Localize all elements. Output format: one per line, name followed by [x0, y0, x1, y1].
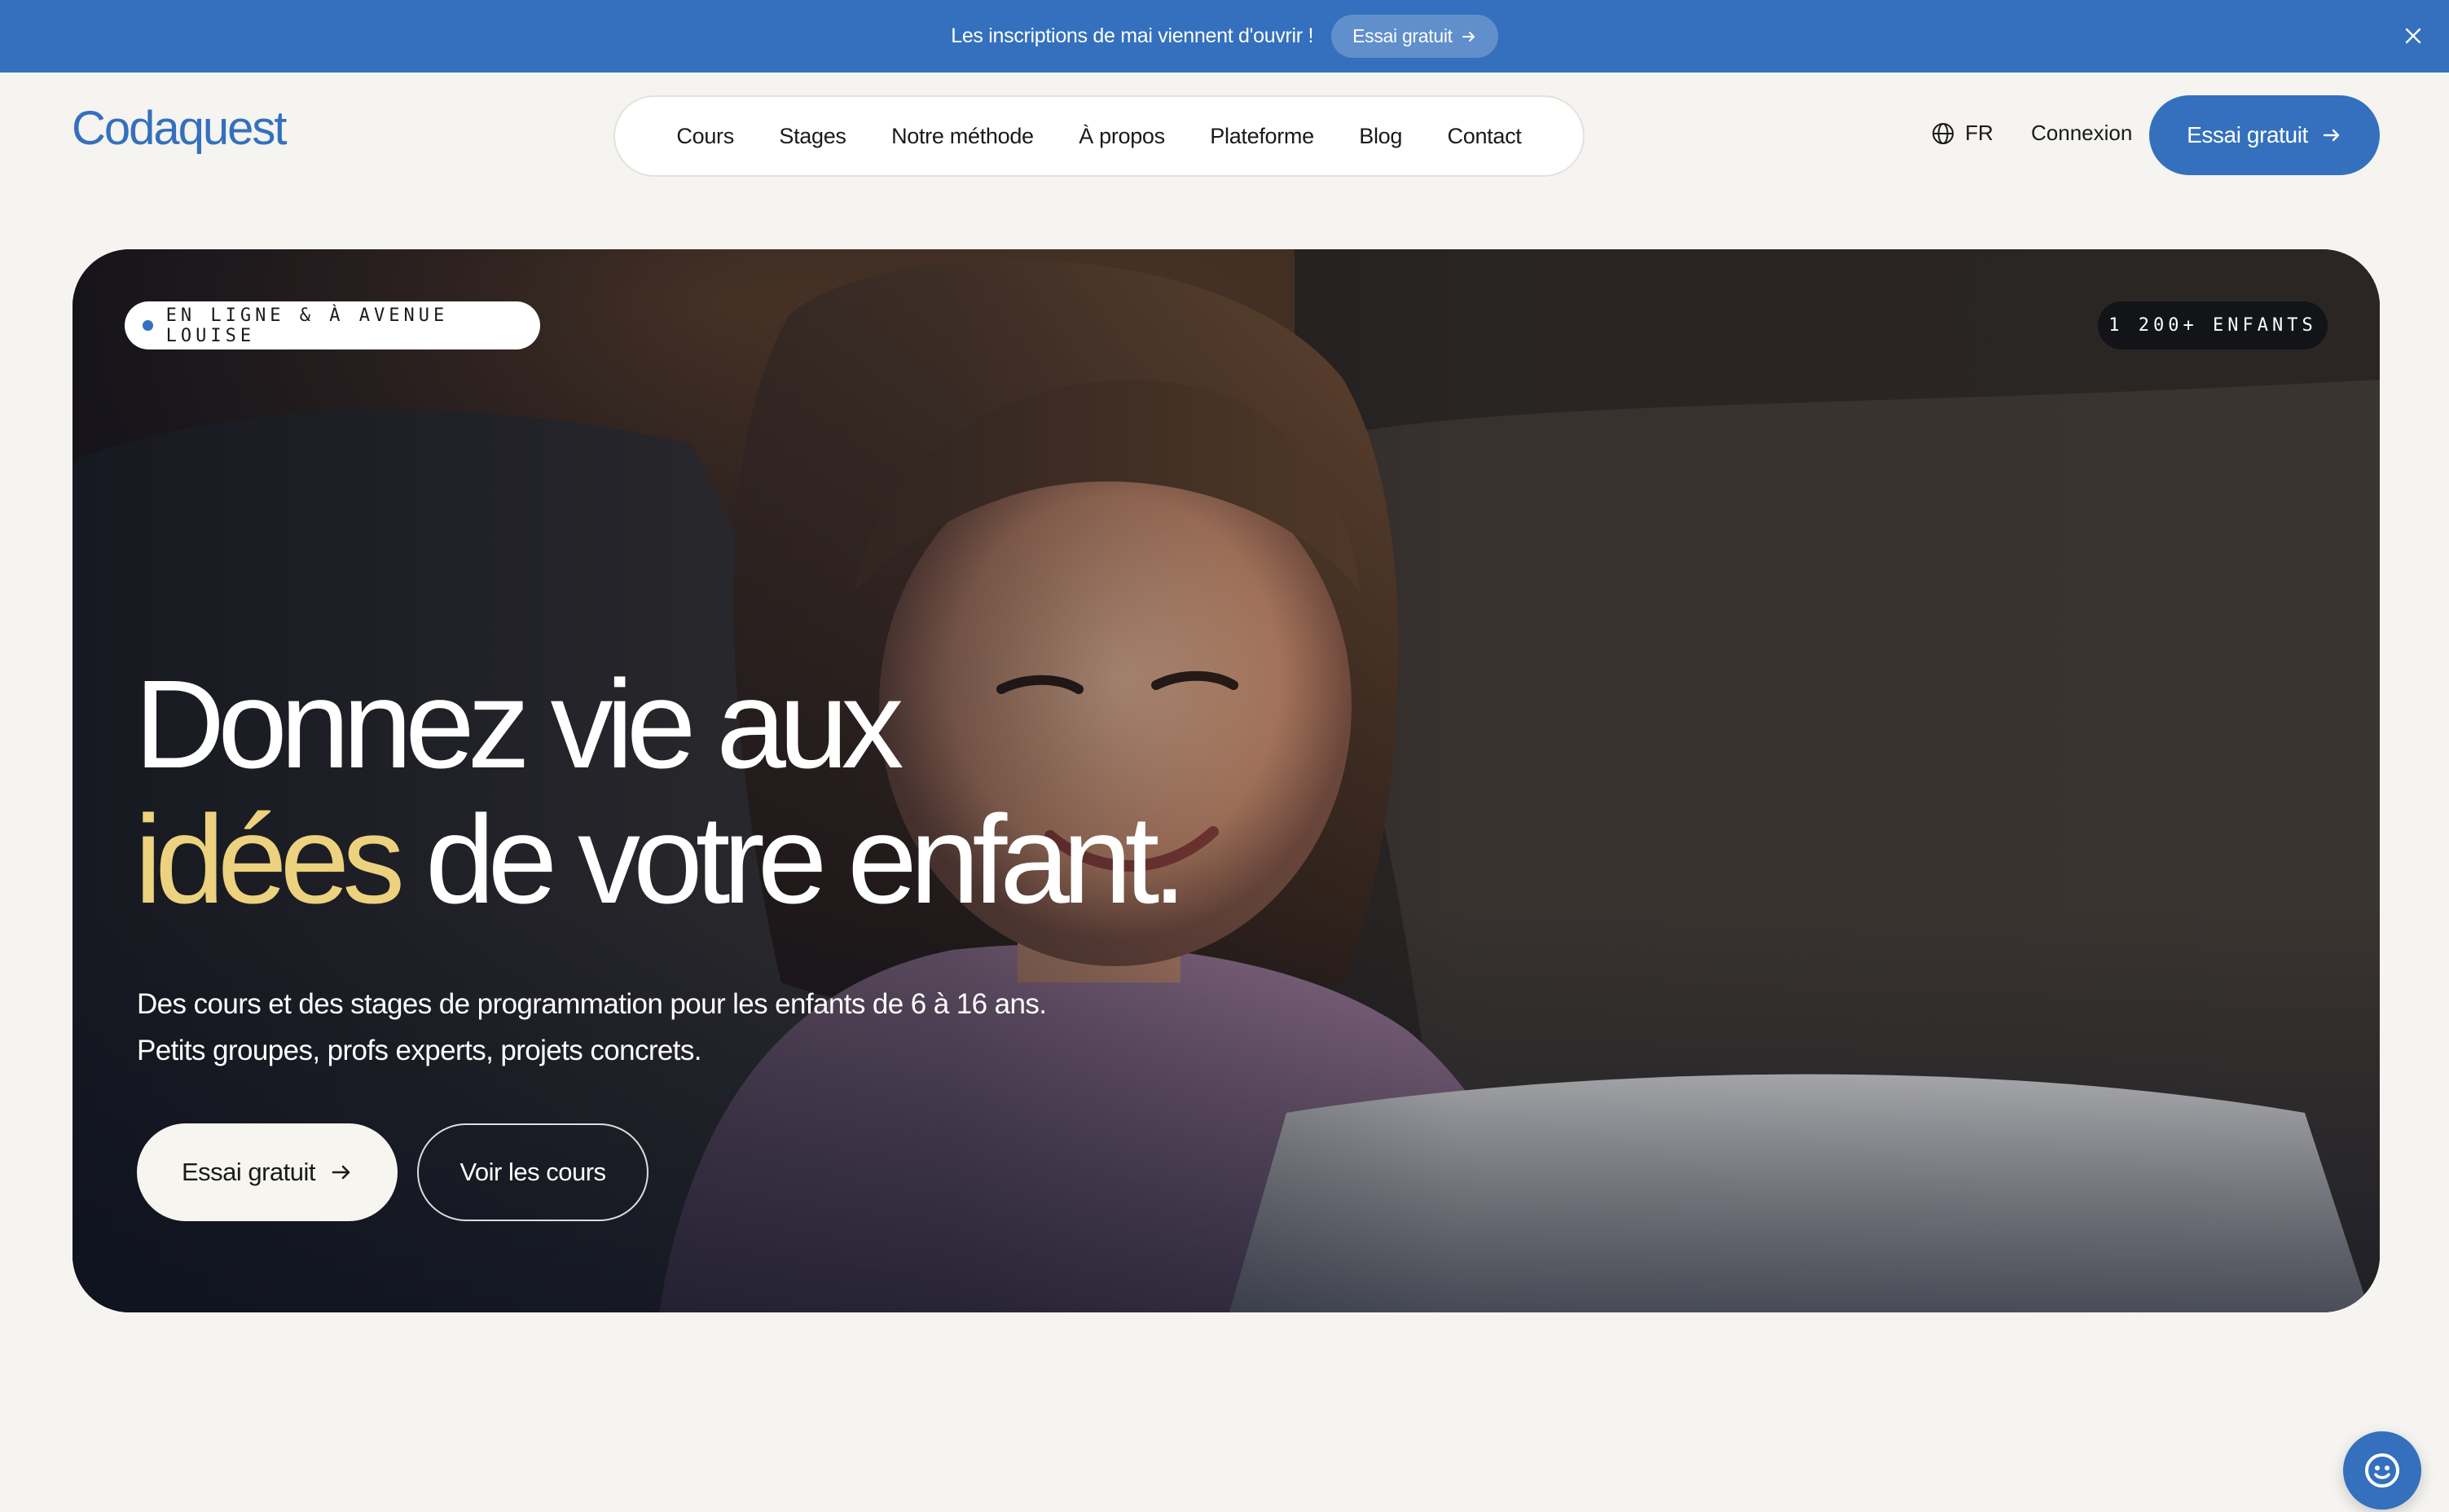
nav-item-contact[interactable]: Contact [1448, 124, 1522, 149]
hero-trial-label: Essai gratuit [181, 1158, 316, 1186]
close-icon[interactable] [2400, 23, 2426, 49]
announcement-content: Les inscriptions de mai viennent d'ouvri… [951, 15, 1498, 58]
arrow-right-icon [1462, 31, 1475, 42]
chat-widget-button[interactable] [2343, 1431, 2421, 1510]
login-link[interactable]: Connexion [2031, 121, 2132, 146]
language-label: FR [1965, 121, 1994, 145]
announcement-trial-label: Essai gratuit [1352, 25, 1453, 46]
nav-item-stages[interactable]: Stages [779, 124, 846, 149]
globe-icon [1932, 122, 1954, 144]
nav-item-blog[interactable]: Blog [1359, 124, 1402, 149]
nav-item-plateforme[interactable]: Plateforme [1210, 124, 1314, 149]
arrow-right-icon [332, 1165, 350, 1180]
announcement-text: Les inscriptions de mai viennent d'ouvri… [951, 24, 1314, 47]
announcement-bar: Les inscriptions de mai viennent d'ouvri… [0, 0, 2449, 73]
arrow-right-icon [2323, 129, 2340, 142]
location-badge: EN LIGNE & À AVENUE LOUISE [125, 301, 540, 349]
children-count-badge: 1 200+ ENFANTS [2098, 301, 2328, 349]
hero-subtitle: Des cours et des stages de programmation… [137, 981, 1196, 1074]
hero-headline: Donnez vie aux idées de votre enfant. [134, 654, 1187, 930]
view-courses-button[interactable]: Voir les cours [417, 1123, 649, 1221]
logo[interactable]: Codaquest [72, 101, 288, 156]
nav-item-notre-methode[interactable]: Notre méthode [891, 124, 1034, 149]
headline-accent: idées [134, 789, 405, 930]
main-nav: Cours Stages Notre méthode À propos Plat… [613, 95, 1585, 177]
chat-bot-icon [2365, 1453, 2399, 1488]
location-badge-label: EN LIGNE & À AVENUE LOUISE [165, 305, 449, 346]
announcement-trial-button[interactable]: Essai gratuit [1331, 15, 1498, 58]
nav-item-cours[interactable]: Cours [676, 124, 734, 149]
headline-line-1: Donnez vie aux [134, 654, 904, 794]
header-trial-button[interactable]: Essai gratuit [2149, 95, 2380, 175]
headline-line-2: de votre enfant. [398, 789, 1187, 930]
badge-dot [143, 320, 153, 331]
hero-bottom-overlay [73, 905, 2380, 1312]
subtitle-line-2: Petits groupes, profs experts, projets c… [137, 1035, 702, 1066]
header-trial-label: Essai gratuit [2187, 122, 2308, 147]
hero-trial-button[interactable]: Essai gratuit [137, 1123, 398, 1221]
language-switcher[interactable]: FR [1931, 121, 1994, 146]
subtitle-line-1: Des cours et des stages de programmation… [137, 988, 1047, 1020]
nav-item-a-propos[interactable]: À propos [1079, 124, 1165, 149]
hero-section: EN LIGNE & À AVENUE LOUISE 1 200+ ENFANT… [73, 249, 2380, 1312]
